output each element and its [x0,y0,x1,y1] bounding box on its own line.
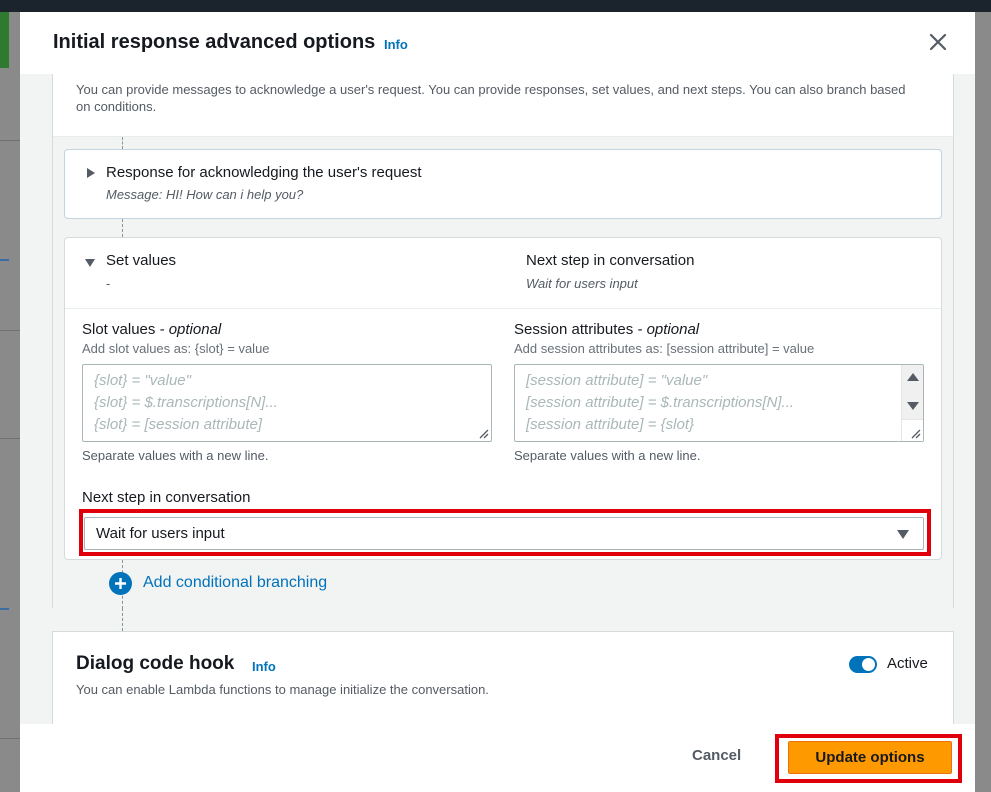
session-attributes-label: Session attributes - optional [514,321,700,338]
next-step-summary: Wait for users input [526,276,638,291]
slot-values-description: Add slot values as: {slot} = value [82,341,270,356]
placeholder-line: {slot} = $.transcriptions[N]... [94,394,278,411]
background-accent-line [0,259,9,261]
scroll-down-icon[interactable] [906,401,920,411]
modal-footer: Cancel Update options [20,724,975,792]
background-page-right [975,12,991,792]
close-icon [929,33,947,51]
placeholder-line: {slot} = [session attribute] [94,416,263,433]
card-divider [65,308,941,309]
slot-values-label: Slot values - optional [82,321,222,338]
flow-area: Response for acknowledging the user's re… [53,136,953,609]
flow-connector [122,137,123,149]
top-navigation-bar [0,0,991,12]
slot-values-textarea[interactable]: {slot} = "value" {slot} = $.transcriptio… [82,364,492,442]
modal-title: Initial response advanced options [53,31,376,53]
highlight-box [79,509,931,556]
advanced-options-modal: Initial response advanced options Info Y… [20,12,975,792]
placeholder-line: [session attribute] = $.transcriptions[N… [526,394,795,411]
response-section: You can provide messages to acknowledge … [52,74,954,609]
close-button[interactable] [926,30,950,54]
acknowledge-heading[interactable]: Response for acknowledging the user's re… [106,164,422,181]
next-step-select-label: Next step in conversation [82,489,251,506]
dialog-code-hook-title: Dialog code hook [76,653,235,674]
active-toggle-label: Active [887,655,928,672]
set-values-heading[interactable]: Set values [106,252,176,269]
modal-body[interactable]: You can provide messages to acknowledge … [20,74,975,724]
caret-down-icon[interactable] [85,259,95,267]
background-accent-line [0,608,9,610]
toggle-knob [862,658,875,671]
placeholder-line: [session attribute] = "value" [526,372,708,389]
cancel-button[interactable]: Cancel [692,747,741,764]
acknowledge-response-card[interactable]: Response for acknowledging the user's re… [64,149,942,219]
add-branching-label[interactable]: Add conditional branching [143,574,327,592]
active-toggle[interactable] [849,656,877,673]
modal-header: Initial response advanced options Info [20,12,975,74]
background-accent [0,12,9,68]
section-description: You can provide messages to acknowledge … [76,82,906,114]
caret-right-icon[interactable] [87,168,95,178]
set-values-summary: - [106,276,111,291]
resize-handle-icon[interactable] [477,427,489,439]
info-link[interactable]: Info [384,37,408,52]
plus-circle-icon[interactable] [109,572,132,595]
set-values-card: Set values - Next step in conversation W… [64,237,942,560]
dialog-code-hook-section: Dialog code hook Info You can enable Lam… [52,631,954,724]
slot-values-hint: Separate values with a new line. [82,448,269,463]
next-step-heading: Next step in conversation [526,252,695,269]
highlight-box [775,734,962,783]
info-link[interactable]: Info [252,659,276,674]
flow-connector [122,608,123,631]
dialog-code-hook-description: You can enable Lambda functions to manag… [76,682,489,697]
placeholder-line: [session attribute] = {slot} [526,416,695,433]
scroll-up-icon[interactable] [906,372,920,382]
placeholder-line: {slot} = "value" [94,372,191,389]
session-attributes-textarea[interactable]: [session attribute] = "value" [session a… [514,364,924,442]
acknowledge-message: Message: HI! How can i help you? [106,187,304,202]
resize-handle-icon[interactable] [909,427,921,439]
session-attributes-hint: Separate values with a new line. [514,448,701,463]
session-attributes-description: Add session attributes as: [session attr… [514,341,815,356]
flow-connector [122,219,123,237]
